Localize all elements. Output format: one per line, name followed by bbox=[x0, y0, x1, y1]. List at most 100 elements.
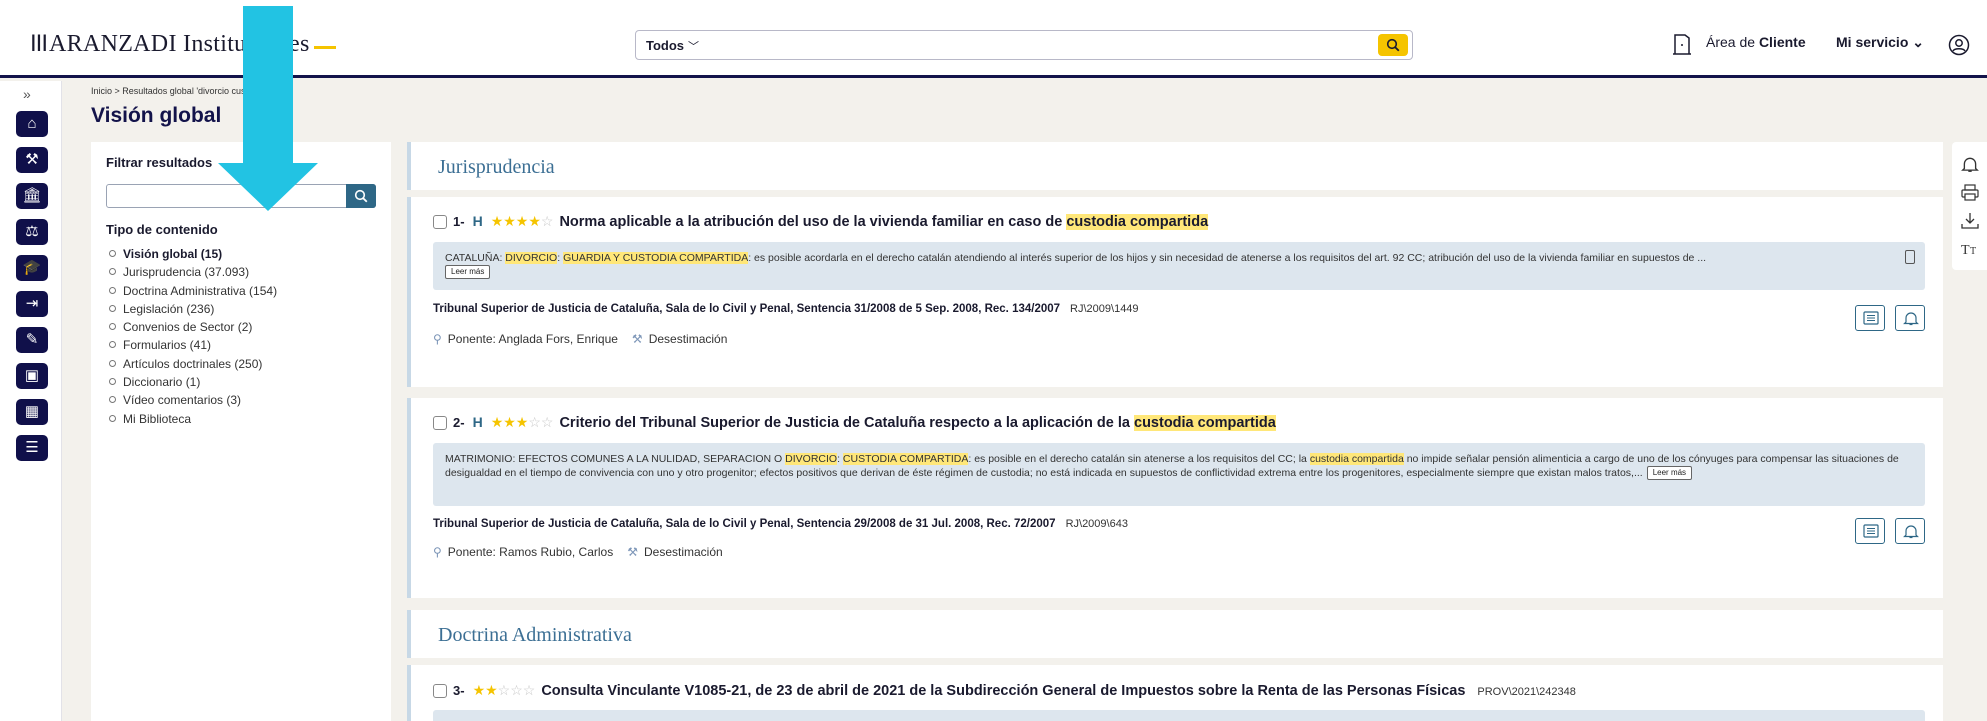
result-checkbox[interactable] bbox=[433, 215, 447, 229]
ponente-icon: ⚲ bbox=[433, 332, 442, 346]
tipo-item-vision-global[interactable]: Visión global (15) bbox=[109, 245, 277, 263]
result-title-link[interactable]: Consulta Vinculante V1085-21, de 23 de a… bbox=[541, 683, 1465, 699]
tipo-item-legislacion[interactable]: Legislación (236) bbox=[109, 300, 277, 318]
title-text: Norma aplicable a la atribución del uso … bbox=[559, 214, 1063, 230]
search-icon bbox=[1386, 38, 1400, 52]
tipo-item-convenios[interactable]: Convenios de Sector (2) bbox=[109, 318, 277, 336]
expand-summary-icon[interactable] bbox=[1905, 250, 1915, 264]
tipo-item-label: Jurisprudencia (37.093) bbox=[123, 265, 250, 280]
tipo-item-label: Doctrina Administrativa (154) bbox=[123, 283, 278, 298]
leer-mas-button[interactable]: Leer más bbox=[445, 265, 491, 279]
radio-icon bbox=[109, 323, 116, 331]
fallo-text: Desestimación bbox=[643, 545, 723, 559]
user-icon[interactable] bbox=[1948, 34, 1970, 56]
summary-text: MATRIMONIO: EFECTOS COMUNES A LA NULIDAD… bbox=[445, 453, 786, 465]
citation-ref: PROV\2021\242348 bbox=[1477, 686, 1576, 698]
right-toolbar: TT bbox=[1952, 142, 1987, 270]
document-list-icon bbox=[1863, 311, 1879, 325]
document-list-icon bbox=[1863, 524, 1879, 538]
leer-mas-button[interactable]: Leer más bbox=[1646, 466, 1693, 480]
result-checkbox[interactable] bbox=[433, 684, 447, 698]
result-card: 2- H ★★★☆☆ Criterio del Tribunal Superior d… bbox=[407, 398, 1943, 598]
filter-search-button[interactable] bbox=[346, 184, 376, 208]
tipo-item-diccionario[interactable]: Diccionario (1) bbox=[109, 373, 277, 391]
tipo-item-video-comentarios[interactable]: Vídeo comentarios (3) bbox=[109, 391, 277, 409]
result-citation[interactable]: Tribunal Superior de Justicia de Cataluñ… bbox=[433, 303, 1139, 315]
alert-button[interactable] bbox=[1895, 305, 1925, 331]
result-checkbox[interactable] bbox=[433, 416, 447, 430]
result-meta: ⚲ Ponente: Ramos Rubio, Carlos ⚒ Desestimac… bbox=[433, 545, 723, 559]
section-title: Doctrina Administrativa bbox=[438, 624, 632, 646]
gavel-icon: ⚒ bbox=[627, 545, 638, 559]
tipo-item-label: Mi Biblioteca bbox=[123, 411, 192, 426]
overlay-arrow-down-icon bbox=[218, 6, 318, 211]
summary-highlight: DIVORCIO bbox=[505, 252, 558, 264]
tipo-item-mi-biblioteca[interactable]: Mi Biblioteca bbox=[109, 410, 277, 428]
tipo-contenido-title: Tipo de contenido bbox=[106, 222, 218, 237]
tipo-item-doctrina-administrativa[interactable]: Doctrina Administrativa (154) bbox=[109, 282, 277, 300]
gavel-icon[interactable]: ⚒ bbox=[16, 147, 48, 173]
radio-icon bbox=[109, 268, 116, 276]
result-title-link[interactable]: Norma aplicable a la atribución del uso … bbox=[559, 214, 1209, 230]
search-icon bbox=[354, 189, 368, 203]
download-icon[interactable] bbox=[1961, 212, 1979, 229]
citation-text: Tribunal Superior de Justicia de Cataluñ… bbox=[433, 303, 1061, 315]
summary-highlight: CUSTODIA COMPARTIDA bbox=[842, 453, 969, 465]
bell-icon bbox=[1903, 525, 1919, 539]
tipo-item-label: Formularios (41) bbox=[123, 338, 212, 353]
document-export-icon[interactable]: ⇥ bbox=[16, 291, 48, 317]
bell-icon[interactable] bbox=[1961, 156, 1979, 173]
radio-icon bbox=[109, 359, 116, 367]
result-title-link[interactable]: Criterio del Tribunal Superior de Justic… bbox=[559, 415, 1276, 431]
ponente-text: Ponente: Ramos Rubio, Carlos bbox=[447, 545, 614, 559]
area-cliente-link[interactable]: Área de Cliente bbox=[1706, 34, 1806, 50]
tipo-item-jurisprudencia[interactable]: Jurisprudencia (37.093) bbox=[109, 263, 277, 281]
text-size-icon[interactable]: TT bbox=[1961, 240, 1981, 257]
list-icon[interactable]: ☰ bbox=[16, 435, 48, 461]
result-number: 1- bbox=[453, 214, 465, 229]
section-jurisprudencia[interactable]: Jurisprudencia bbox=[407, 142, 1943, 190]
view-document-button[interactable] bbox=[1855, 518, 1885, 544]
tipo-item-label: Artículos doctrinales (250) bbox=[123, 356, 263, 371]
gavel-icon: ⚒ bbox=[631, 332, 643, 346]
summary-text: : es posible en el derecho catalán sin a… bbox=[968, 453, 1310, 465]
title-highlight: custodia compartida bbox=[1066, 214, 1209, 230]
chevron-down-icon: ﹀ bbox=[688, 41, 700, 53]
results-area: Jurisprudencia 1- H ★★★★☆ Norma aplicable a… bbox=[407, 142, 1943, 721]
expand-rail-icon[interactable]: » bbox=[23, 86, 31, 102]
radio-icon bbox=[109, 250, 116, 257]
tipo-item-articulos[interactable]: Artículos doctrinales (250) bbox=[109, 355, 277, 373]
mi-servicio-menu[interactable]: Mi servicio ⌄ bbox=[1836, 34, 1924, 51]
search-scope-dropdown[interactable]: Todos ﹀ bbox=[646, 38, 699, 54]
institution-icon[interactable]: 🏛 bbox=[16, 183, 48, 209]
historic-badge: H bbox=[472, 213, 483, 229]
graduation-cap-icon[interactable]: 🎓 bbox=[16, 255, 48, 281]
edit-form-icon[interactable]: ✎ bbox=[16, 327, 48, 353]
radio-icon bbox=[109, 414, 116, 422]
alert-button[interactable] bbox=[1895, 518, 1925, 544]
left-rail: » ⌂ ⚒ 🏛 ⚖ 🎓 ⇥ ✎ ▣ ▦ ☰ bbox=[0, 81, 62, 721]
radio-icon bbox=[109, 286, 116, 294]
tipo-contenido-list: Visión global (15) Jurisprudencia (37.09… bbox=[109, 245, 277, 428]
filter-panel: Filtrar resultados Tipo de contenido Vis… bbox=[91, 142, 391, 721]
title-text: Criterio del Tribunal Superior de Justic… bbox=[559, 415, 1130, 431]
tipo-item-formularios[interactable]: Formularios (41) bbox=[109, 336, 277, 354]
fallo-text: Desestimación bbox=[648, 332, 728, 346]
print-icon[interactable] bbox=[1961, 184, 1979, 201]
door-icon[interactable] bbox=[1670, 32, 1694, 56]
view-document-button[interactable] bbox=[1855, 305, 1885, 331]
tipo-item-label: Diccionario (1) bbox=[123, 375, 201, 390]
tipo-item-label: Visión global (15) bbox=[123, 247, 223, 261]
result-header: 1- H ★★★★☆ Norma aplicable a la atribución … bbox=[433, 213, 1209, 230]
scales-icon[interactable]: ⚖ bbox=[16, 219, 48, 245]
home-icon[interactable]: ⌂ bbox=[16, 111, 48, 137]
radio-icon bbox=[109, 396, 116, 404]
summary-highlight: GUARDIA Y CUSTODIA COMPARTIDA bbox=[563, 252, 749, 264]
global-search-bar[interactable]: Todos ﹀ bbox=[635, 30, 1413, 60]
search-button[interactable] bbox=[1378, 34, 1408, 56]
result-citation[interactable]: Tribunal Superior de Justicia de Cataluñ… bbox=[433, 518, 1128, 530]
image-doc-icon[interactable]: ▣ bbox=[16, 363, 48, 389]
calculator-icon[interactable]: ▦ bbox=[16, 399, 48, 425]
section-doctrina-administrativa[interactable]: Doctrina Administrativa bbox=[407, 610, 1943, 658]
result-header: 2- H ★★★☆☆ Criterio del Tribunal Superior d… bbox=[433, 414, 1276, 431]
